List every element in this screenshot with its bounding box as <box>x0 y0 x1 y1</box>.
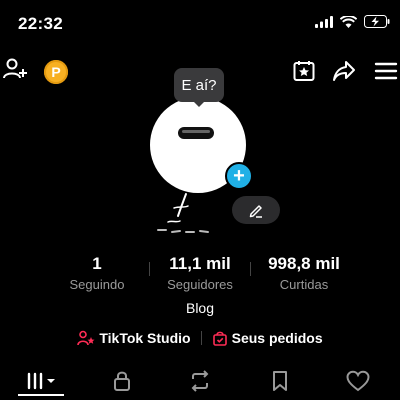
share-button[interactable] <box>330 57 358 85</box>
links-separator <box>200 331 202 345</box>
following-label: Seguindo <box>69 277 125 292</box>
heart-icon <box>346 370 370 392</box>
tiktok-studio-link[interactable]: TikTok Studio <box>77 330 191 346</box>
calendar-star-button[interactable] <box>290 57 318 85</box>
stat-divider <box>149 262 150 276</box>
wifi-icon <box>340 15 357 28</box>
stat-likes[interactable]: 998,8 mil Curtidas <box>258 254 350 292</box>
tab-private[interactable] <box>108 368 136 394</box>
plus-icon: + <box>233 165 245 187</box>
avatar-graphic <box>178 127 214 139</box>
shopping-bag-icon <box>212 331 227 346</box>
menu-icon <box>374 62 398 80</box>
active-tab-indicator <box>18 394 64 396</box>
status-icons <box>315 15 390 28</box>
studio-person-icon <box>77 330 95 346</box>
status-time: 22:32 <box>18 14 63 33</box>
followers-label: Seguidores <box>167 277 233 292</box>
stat-divider <box>250 262 251 276</box>
grid-icon <box>27 372 55 390</box>
tab-videos[interactable] <box>22 368 62 394</box>
repost-icon <box>191 370 209 392</box>
speech-bubble-dot <box>195 110 200 115</box>
add-friend-button[interactable] <box>2 56 28 82</box>
likes-count: 998,8 mil <box>268 254 340 273</box>
orders-label: Seus pedidos <box>231 330 323 346</box>
tiktok-studio-label: TikTok Studio <box>99 330 191 346</box>
likes-label: Curtidas <box>279 277 329 292</box>
pencil-icon <box>249 205 262 218</box>
add-friend-icon <box>3 58 27 79</box>
coin-letter: P <box>51 64 61 80</box>
calendar-star-icon <box>293 61 315 81</box>
share-icon <box>333 61 355 81</box>
coin-icon[interactable]: P <box>44 60 68 84</box>
followers-count: 11,1 mil <box>169 254 231 273</box>
tab-liked[interactable] <box>344 368 372 394</box>
battery-charging-icon <box>364 15 390 28</box>
following-count: 1 <box>92 254 102 273</box>
edit-profile-button[interactable] <box>232 196 280 224</box>
profile-links: TikTok Studio Seus pedidos <box>0 330 400 346</box>
stat-following[interactable]: 1 Seguindo <box>58 254 136 292</box>
bookmark-icon <box>273 371 287 391</box>
tab-reposts[interactable] <box>186 368 214 394</box>
bio-text: Blog <box>185 300 215 316</box>
speech-bubble-tail <box>193 101 205 107</box>
orders-link[interactable]: Seus pedidos <box>212 330 323 346</box>
add-photo-button[interactable]: + <box>225 162 253 190</box>
speech-bubble-text: E aí? <box>181 76 217 94</box>
username-signature <box>157 193 209 233</box>
signal-icon <box>315 15 333 28</box>
menu-button[interactable] <box>372 57 400 85</box>
status-bar: 22:32 <box>0 0 400 50</box>
speech-bubble[interactable]: E aí? <box>174 68 224 102</box>
tab-saved[interactable] <box>266 368 294 394</box>
stat-followers[interactable]: 11,1 mil Seguidores <box>158 254 242 292</box>
lock-icon <box>114 371 130 391</box>
